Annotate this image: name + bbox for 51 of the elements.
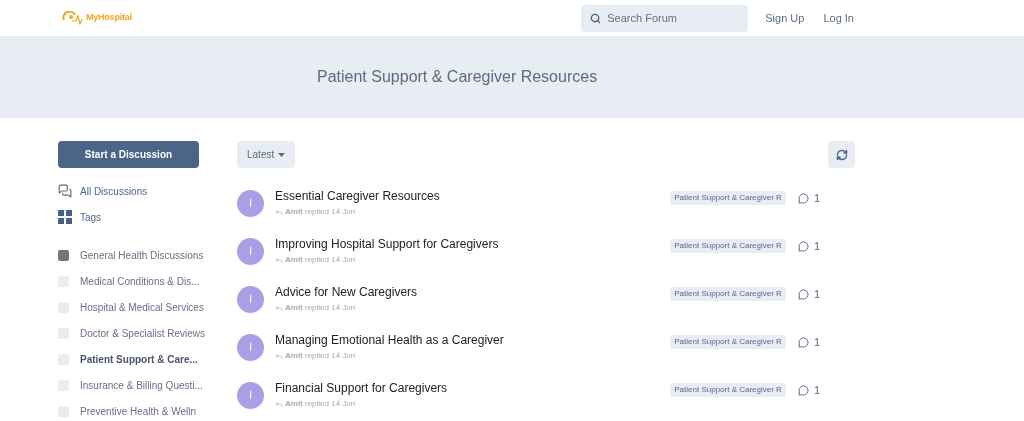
reply-count: 1 (813, 239, 820, 254)
refresh-icon (835, 148, 848, 161)
reply-count: 1 (813, 383, 820, 398)
grid-icon (58, 210, 72, 224)
category-link[interactable]: Hospital & Medical Services (80, 299, 204, 315)
reply-count: 1 (813, 287, 820, 302)
nav-link[interactable]: All Discussions (80, 183, 148, 199)
comment-icon (797, 288, 809, 300)
comment-icon (797, 384, 809, 396)
reply-icon (275, 400, 283, 408)
category-link[interactable]: Medical Conditions & Dis... (80, 273, 200, 289)
reply-meta: Amit replied 14 Jun (285, 254, 356, 266)
reply-icon (275, 304, 283, 312)
discussion-title[interactable]: Essential Caregiver Resources (275, 189, 671, 204)
nav-link[interactable]: Tags (80, 209, 102, 225)
category-link[interactable]: Insurance & Billing Questi... (80, 377, 203, 393)
comment-icon (797, 336, 809, 348)
category-link[interactable]: Doctor & Specialist Reviews (80, 325, 206, 341)
sort-dropdown[interactable]: Latest (237, 141, 296, 168)
page-title: Patient Support & Caregiver Resources (317, 67, 598, 87)
reply-meta: Amit replied 14 Jun (285, 398, 356, 410)
tag-label[interactable]: Patient Support & Caregiver R (670, 335, 786, 349)
tag-label[interactable]: Patient Support & Caregiver R (670, 239, 786, 253)
header-link[interactable]: Log In (823, 9, 854, 27)
chat-icon (58, 184, 72, 198)
reply-meta: Amit replied 14 Jun (285, 206, 356, 218)
reply-icon (275, 208, 283, 216)
start-discussion-button[interactable]: Start a Discussion (58, 141, 199, 168)
search-field[interactable]: Search Forum (581, 4, 749, 32)
tag-label[interactable]: Patient Support & Caregiver R (670, 191, 786, 205)
discussion-title[interactable]: Improving Hospital Support for Caregivers (275, 237, 671, 252)
comment-icon (797, 240, 809, 252)
reply-meta: Amit replied 14 Jun (285, 302, 356, 314)
tag-label[interactable]: Patient Support & Caregiver R (670, 383, 786, 397)
reply-meta: Amit replied 14 Jun (285, 350, 356, 362)
search-icon (590, 12, 602, 24)
caret-icon (278, 152, 286, 157)
category-link[interactable]: Preventive Health & Welln (80, 403, 196, 419)
reply-icon (275, 352, 283, 360)
refresh-button[interactable] (828, 141, 855, 168)
header-link[interactable]: Sign Up (765, 9, 805, 27)
discussion-title[interactable]: Financial Support for Caregivers (275, 381, 671, 396)
category-link[interactable]: General Health Discussions (80, 247, 204, 263)
comment-icon (797, 192, 809, 204)
reply-count: 1 (813, 335, 820, 350)
category-link[interactable]: Patient Support & Care... (80, 351, 198, 367)
reply-icon (275, 256, 283, 264)
discussion-title[interactable]: Advice for New Caregivers (275, 285, 671, 300)
reply-count: 1 (813, 191, 820, 206)
tag-label[interactable]: Patient Support & Caregiver R (670, 287, 786, 301)
discussion-title[interactable]: Managing Emotional Health as a Caregiver (275, 333, 671, 348)
